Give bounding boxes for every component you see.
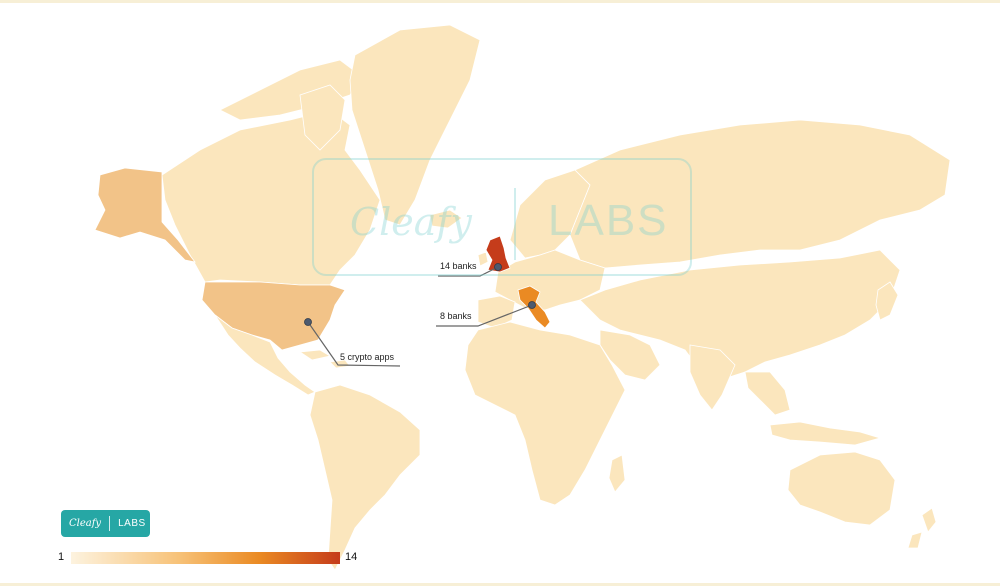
callout-usa-pin	[304, 318, 312, 326]
world-map: 14 banks 8 banks 5 crypto apps	[94, 24, 951, 571]
watermark-divider	[514, 188, 516, 260]
land-south-america	[309, 384, 421, 571]
callout-uk-label: 14 banks	[440, 261, 477, 271]
land-canada	[161, 109, 381, 286]
logo-brand: Cleafy	[69, 518, 102, 529]
land-africa	[464, 321, 626, 506]
callout-italy-pin	[528, 301, 536, 309]
callout-usa-label: 5 crypto apps	[340, 352, 395, 362]
logo-divider	[109, 516, 111, 531]
watermark-labs: LABS	[548, 196, 669, 245]
logo-badge: Cleafy LABS	[61, 510, 150, 537]
logo-labs: LABS	[118, 518, 146, 529]
land-indonesia	[769, 421, 882, 446]
land-se-asia	[744, 371, 791, 416]
land-usa	[201, 281, 346, 351]
legend-max-label: 14	[345, 551, 358, 563]
land-madagascar	[608, 454, 626, 493]
land-new-zealand	[907, 507, 937, 549]
legend-min-label: 1	[58, 551, 65, 563]
land-ireland	[477, 251, 489, 267]
land-australia	[787, 451, 896, 526]
callout-uk-pin	[494, 263, 502, 271]
land-iceland	[429, 209, 463, 229]
callout-italy-label: 8 banks	[440, 311, 472, 321]
legend-color-scale	[71, 552, 340, 564]
